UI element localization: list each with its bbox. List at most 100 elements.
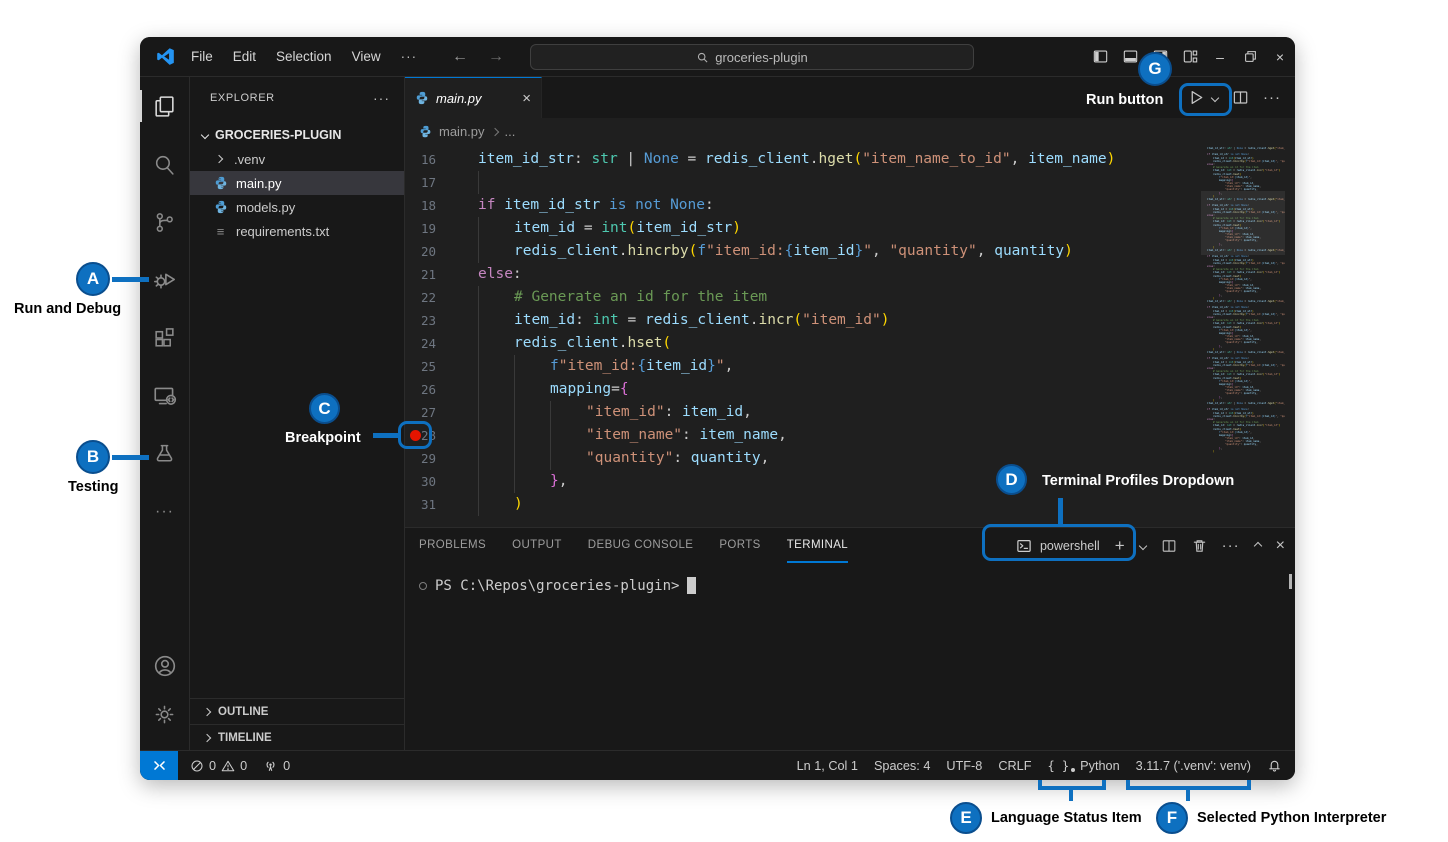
code-editor[interactable]: 16 item_id_str: str | None = redis_client…	[405, 145, 1295, 527]
gutter[interactable]: 30	[405, 470, 442, 493]
split-terminal-icon[interactable]	[1161, 538, 1177, 554]
gutter[interactable]: 16	[405, 148, 442, 171]
tab-problems[interactable]: PROBLEMS	[419, 528, 486, 563]
close-window-icon[interactable]: ×	[1265, 37, 1295, 76]
gutter[interactable]: 26	[405, 378, 442, 401]
file-row-requirements-txt[interactable]: ≡ requirements.txt	[190, 219, 404, 243]
explorer-more-icon[interactable]: ···	[373, 90, 390, 106]
activity-testing-button[interactable]	[140, 425, 189, 483]
gutter[interactable]: 23	[405, 309, 442, 332]
gutter[interactable]: 24	[405, 332, 442, 355]
minimap-slider[interactable]	[1201, 191, 1285, 255]
file-row-main-py[interactable]: main.py	[190, 171, 404, 195]
minimize-icon[interactable]: –	[1205, 37, 1235, 76]
maximize-panel-chevron-icon[interactable]	[1253, 541, 1261, 549]
breadcrumb[interactable]: main.py ...	[405, 118, 1295, 145]
minimap[interactable]: item_id_str: str | None = redis_client.h…	[1201, 147, 1285, 523]
menu-selection[interactable]: Selection	[266, 37, 342, 76]
annotation-label-g: Run button	[1086, 92, 1163, 108]
ports-status[interactable]: 0	[255, 758, 298, 773]
manage-gear-button[interactable]	[140, 690, 189, 738]
command-center-search[interactable]: groceries-plugin	[530, 44, 974, 70]
remote-indicator[interactable]	[140, 751, 178, 780]
nav-back-icon[interactable]: ←	[452, 37, 468, 76]
notifications-bell[interactable]	[1259, 758, 1295, 773]
outline-section[interactable]: OUTLINE	[190, 698, 404, 724]
code-line[interactable]: 20redis_client.hincrby(f"item_id:{item_i…	[405, 240, 1195, 263]
gutter[interactable]: 21	[405, 263, 442, 286]
menu-view[interactable]: View	[342, 37, 391, 76]
line-number: 19	[421, 221, 436, 236]
eol-status[interactable]: CRLF	[990, 759, 1039, 773]
gutter[interactable]: 22	[405, 286, 442, 309]
code-line[interactable]: 22# Generate an id for the item	[405, 286, 1195, 309]
annotation-circle-d: D	[996, 464, 1027, 495]
annotation-label-b: Testing	[68, 479, 118, 495]
explorer-root-folder[interactable]: GROCERIES-PLUGIN	[190, 123, 404, 147]
code-line[interactable]: 23item_id: int = redis_client.incr("item…	[405, 309, 1195, 332]
code-line[interactable]: 29"quantity": quantity,	[405, 447, 1195, 470]
gutter[interactable]: 20	[405, 240, 442, 263]
code-line[interactable]: 24redis_client.hset(	[405, 332, 1195, 355]
activity-remote-explorer-button[interactable]	[140, 367, 189, 425]
gutter[interactable]: 25	[405, 355, 442, 378]
breadcrumb-file[interactable]: main.py	[439, 124, 485, 139]
customize-layout-icon[interactable]	[1175, 37, 1205, 76]
breadcrumb-symbol[interactable]: ...	[505, 124, 516, 139]
restore-icon[interactable]	[1235, 37, 1265, 76]
activity-extensions-button[interactable]	[140, 309, 189, 367]
code-line[interactable]: 16item_id_str: str | None = redis_client…	[405, 148, 1195, 171]
indentation-status[interactable]: Spaces: 4	[866, 759, 938, 773]
menu-file[interactable]: File	[181, 37, 223, 76]
tab-close-icon[interactable]: ×	[522, 90, 531, 107]
python-interpreter-status[interactable]: 3.11.7 ('.venv': venv)	[1128, 759, 1259, 773]
problems-status[interactable]: 0 0	[182, 759, 255, 773]
code-line[interactable]: 31)	[405, 493, 1195, 516]
eol-text: CRLF	[998, 759, 1031, 773]
tab-ports[interactable]: PORTS	[719, 528, 760, 563]
gutter[interactable]: 17	[405, 171, 442, 194]
menu-more-icon[interactable]: ···	[391, 37, 428, 76]
panel-scrollbar[interactable]	[1289, 574, 1292, 589]
panel-more-icon[interactable]: ···	[1222, 537, 1240, 554]
code-line[interactable]: 18if item_id_str is not None:	[405, 194, 1195, 217]
activity-source-control-button[interactable]	[140, 193, 189, 251]
language-status-item[interactable]: { } Python	[1039, 759, 1127, 773]
code-line[interactable]: 26mapping={	[405, 378, 1195, 401]
spaces-text: Spaces: 4	[874, 759, 930, 773]
tab-debug-console[interactable]: DEBUG CONSOLE	[588, 528, 694, 563]
gutter[interactable]: 29	[405, 447, 442, 470]
kill-terminal-trash-icon[interactable]	[1192, 538, 1207, 553]
menu-edit[interactable]: Edit	[223, 37, 266, 76]
terminal-content[interactable]: PS C:\Repos\groceries-plugin>	[405, 563, 1295, 594]
code-line[interactable]: 21else:	[405, 263, 1195, 286]
cursor-position-status[interactable]: Ln 1, Col 1	[789, 759, 866, 773]
code-line[interactable]: 25f"item_id:{item_id}",	[405, 355, 1195, 378]
tab-terminal[interactable]: TERMINAL	[787, 528, 848, 563]
timeline-section[interactable]: TIMELINE	[190, 724, 404, 750]
file-row-venv[interactable]: .venv	[190, 147, 404, 171]
activity-more-icon[interactable]: ···	[140, 483, 189, 541]
toggle-primary-sidebar-icon[interactable]	[1085, 37, 1115, 76]
close-panel-icon[interactable]: ×	[1276, 537, 1285, 555]
code-area[interactable]: 16item_id_str: str | None = redis_client…	[405, 148, 1195, 527]
gutter[interactable]: 19	[405, 217, 442, 240]
nav-forward-icon[interactable]: →	[488, 37, 504, 76]
account-button[interactable]	[140, 642, 189, 690]
activity-search-button[interactable]	[140, 135, 189, 193]
gutter[interactable]: 18	[405, 194, 442, 217]
encoding-status[interactable]: UTF-8	[938, 759, 990, 773]
code-line[interactable]: 27"item_id": item_id,	[405, 401, 1195, 424]
editor-more-icon[interactable]: ···	[1263, 89, 1281, 106]
split-editor-icon[interactable]	[1232, 89, 1249, 106]
code-line[interactable]: 17	[405, 171, 1195, 194]
line-number: 16	[421, 152, 436, 167]
code-line[interactable]: 28"item_name": item_name,	[405, 424, 1195, 447]
activity-explorer-button[interactable]	[140, 77, 189, 135]
tab-main-py[interactable]: main.py ×	[405, 77, 542, 118]
terminal-profiles-chevron-icon[interactable]	[1138, 541, 1146, 549]
file-row-models-py[interactable]: models.py	[190, 195, 404, 219]
tab-output[interactable]: OUTPUT	[512, 528, 562, 563]
code-line[interactable]: 19item_id = int(item_id_str)	[405, 217, 1195, 240]
gutter[interactable]: 31	[405, 493, 442, 516]
